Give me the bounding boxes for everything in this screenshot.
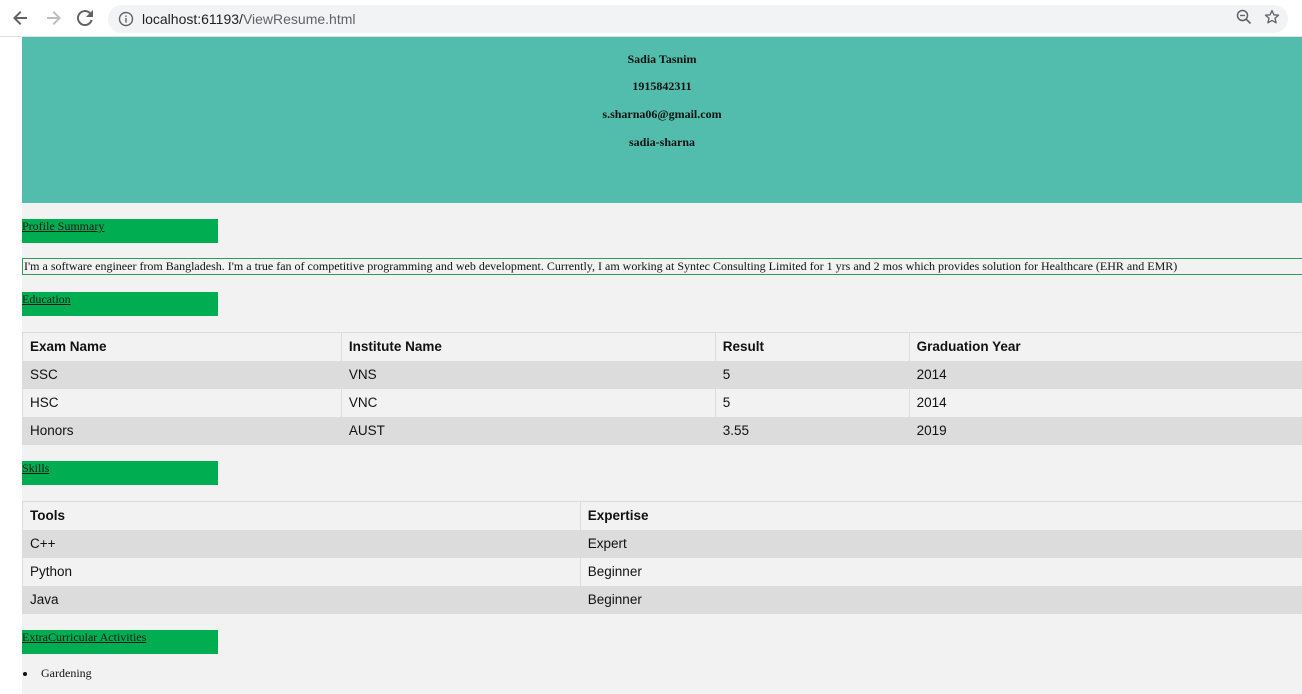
skills-header-row: Tools Expertise	[22, 501, 1302, 530]
table-cell: 3.55	[714, 416, 910, 445]
activity-label: Gardening	[41, 666, 92, 680]
section-tag-skills: Skills	[22, 461, 218, 485]
table-row: Honors AUST 3.55 2019	[22, 416, 1302, 445]
extracurricular-link[interactable]: ExtraCurricular Activities	[22, 630, 218, 644]
browser-toolbar: localhost:61193/ViewResume.html	[0, 0, 1302, 37]
table-row: HSC VNC 5 2014	[22, 388, 1302, 417]
resume-content: Sadia Tasnim 1915842311 s.sharna06@gmail…	[22, 37, 1302, 694]
table-cell: Honors	[22, 416, 342, 445]
education-header-row: Exam Name Institute Name Result Graduati…	[22, 332, 1302, 361]
table-cell: Beginner	[579, 585, 1302, 614]
education-link[interactable]: Education	[22, 292, 218, 306]
arrow-left-icon	[13, 11, 27, 25]
activities-list: Gardening	[22, 666, 92, 681]
back-button[interactable]	[6, 3, 36, 33]
education-table: Exam Name Institute Name Result Graduati…	[22, 332, 1302, 445]
table-cell: SSC	[22, 360, 342, 389]
profile-summary-link[interactable]: Profile Summary	[22, 219, 218, 233]
table-cell: VNC	[340, 388, 716, 417]
forward-button[interactable]	[38, 3, 68, 33]
column-header: Exam Name	[22, 332, 342, 361]
info-icon[interactable]	[118, 11, 134, 27]
candidate-email: s.sharna06@gmail.com	[602, 107, 722, 121]
table-cell: VNS	[340, 360, 716, 389]
bullet-icon	[23, 671, 27, 676]
table-cell: 2014	[908, 388, 1302, 417]
table-cell: AUST	[340, 416, 716, 445]
reload-button[interactable]	[70, 3, 100, 33]
candidate-handle: sadia-sharna	[628, 135, 696, 149]
column-header: Result	[714, 332, 910, 361]
skills-link[interactable]: Skills	[22, 461, 218, 475]
table-cell: Python	[22, 557, 581, 586]
table-row: Python Beginner	[22, 557, 1302, 586]
table-cell: C++	[22, 529, 581, 558]
column-header: Graduation Year	[908, 332, 1302, 361]
url-text[interactable]: localhost:61193/ViewResume.html	[142, 11, 356, 27]
table-cell: Expert	[579, 529, 1302, 558]
table-row: Java Beginner	[22, 585, 1302, 614]
zoom-icon[interactable]	[1236, 9, 1252, 30]
table-cell: Java	[22, 585, 581, 614]
url-path: ViewResume.html	[242, 11, 356, 27]
column-header: Institute Name	[340, 332, 716, 361]
bookmark-star-icon[interactable]	[1264, 9, 1280, 30]
profile-summary-box: I'm a software engineer from Bangladesh.…	[22, 258, 1302, 275]
section-tag-extracurricular: ExtraCurricular Activities	[22, 630, 218, 654]
profile-summary-text: I'm a software engineer from Bangladesh.…	[24, 259, 1178, 273]
table-row: SSC VNS 5 2014	[22, 360, 1302, 389]
table-cell: 2014	[908, 360, 1302, 389]
column-header: Expertise	[579, 501, 1302, 530]
page-viewport: Sadia Tasnim 1915842311 s.sharna06@gmail…	[0, 37, 1302, 694]
table-cell: 2019	[908, 416, 1302, 445]
address-bar[interactable]: localhost:61193/ViewResume.html	[108, 5, 1288, 33]
table-cell: HSC	[22, 388, 342, 417]
table-cell: 5	[714, 388, 910, 417]
column-header: Tools	[22, 501, 581, 530]
table-cell: 5	[714, 360, 910, 389]
section-tag-profile-summary: Profile Summary	[22, 219, 218, 243]
reload-icon	[76, 10, 93, 27]
skills-table: Tools Expertise C++ Expert Python Beginn…	[22, 501, 1302, 614]
list-item: Gardening	[22, 666, 92, 681]
table-cell: Beginner	[579, 557, 1302, 586]
candidate-name: Sadia Tasnim	[627, 52, 697, 66]
section-tag-education: Education	[22, 292, 218, 316]
url-host: localhost:61193/	[142, 11, 243, 27]
arrow-right-icon	[47, 11, 61, 25]
resume-header: Sadia Tasnim 1915842311 s.sharna06@gmail…	[22, 37, 1302, 203]
left-gutter	[0, 37, 22, 694]
table-row: C++ Expert	[22, 529, 1302, 558]
candidate-phone: 1915842311	[632, 79, 692, 93]
